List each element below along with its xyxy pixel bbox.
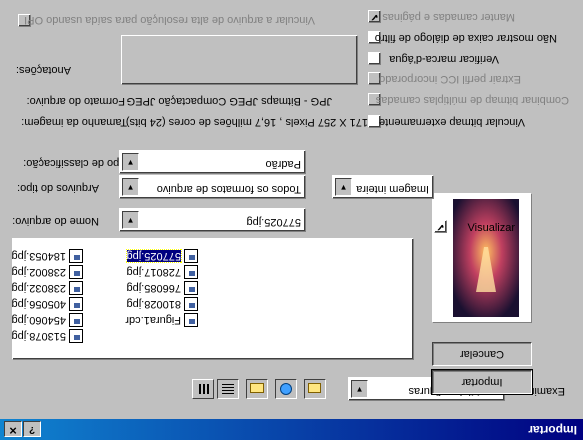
file-list[interactable]: 184053.jpg 238002.jpg 238032.jpg 405056.jpg… [12, 238, 414, 360]
opi-label: Vincular a arquivo de alta resolução par… [24, 14, 315, 26]
file-item[interactable]: 454060.jpg [12, 312, 83, 327]
no-filter-dialog-label: Não mostrar caixa de diálogo de filtro [374, 32, 557, 44]
import-button[interactable]: Importar [431, 369, 533, 395]
cdr-file-icon [184, 312, 198, 327]
check-icon: ✔ [436, 221, 445, 232]
up-folder-icon [308, 383, 321, 393]
image-file-icon [69, 248, 83, 263]
file-format-value: JPG - Bitmaps JPEG Compactação JPEG [126, 95, 332, 107]
file-item[interactable]: 184053.jpg [12, 248, 83, 263]
close-button[interactable]: ✕ [4, 421, 22, 437]
chevron-down-icon[interactable]: ▼ [122, 211, 139, 229]
file-name: 184053.jpg [11, 250, 66, 262]
title-bar [0, 419, 583, 440]
filetype-label: Arquivos do tipo: [17, 182, 99, 194]
combine-layers-label: Combinar bitmap de múltiplas camadas [375, 94, 569, 106]
list-view-button[interactable] [217, 379, 239, 399]
notes-box [121, 35, 358, 85]
keep-layers-label: Manter camadas e páginas [382, 11, 515, 23]
image-mode-value: Imagem inteira [356, 183, 429, 195]
extract-icc-label: Extrair perfil ICC incorporado [379, 73, 521, 85]
chevron-down-icon[interactable]: ▼ [335, 178, 352, 196]
file-item[interactable]: 513078.jpg [12, 328, 83, 343]
file-name: 810028.jpg [126, 298, 181, 310]
chevron-down-icon[interactable]: ▼ [351, 380, 368, 398]
check-icon: ✔ [370, 11, 379, 22]
link-bitmap-label: Vincular bitmap externamente [379, 116, 525, 128]
image-file-icon [69, 312, 83, 327]
up-folder-button[interactable] [304, 379, 326, 399]
image-size-label: Tamanho da imagem: [21, 116, 127, 128]
sort-type-combo[interactable]: Padrão ▼ [119, 150, 306, 174]
file-item[interactable]: 766085.jpg [127, 280, 198, 295]
file-item[interactable]: 405056.jpg [12, 296, 83, 311]
preview-checkbox[interactable]: ✔ [434, 220, 447, 233]
image-file-icon [69, 328, 83, 343]
details-view-button[interactable] [192, 379, 214, 399]
cancel-button[interactable]: Cancelar [432, 342, 532, 366]
preview-image [453, 199, 519, 317]
file-item[interactable]: 238032.jpg [12, 280, 83, 295]
filename-label: Nome do arquivo: [12, 215, 99, 227]
file-name: 728017.jpg [126, 266, 181, 278]
window-title: Importar [528, 423, 577, 437]
sort-type-value: Padrão [265, 158, 301, 170]
image-file-icon [184, 280, 198, 295]
image-file-icon [184, 248, 198, 263]
new-folder-icon [250, 383, 264, 393]
file-name: 766085.jpg [126, 282, 181, 294]
image-file-icon [69, 280, 83, 295]
filetype-value: Todos os formatos de arquivo [156, 183, 301, 195]
help-button[interactable]: ? [23, 421, 41, 437]
file-item[interactable]: 238002.jpg [12, 264, 83, 279]
watermark-checkbox[interactable] [368, 52, 381, 65]
image-file-icon [184, 296, 198, 311]
file-name: 454060.jpg [11, 314, 66, 326]
file-format-label: Formato do arquivo: [26, 95, 125, 107]
watermark-label: Verificar marca-d'água [389, 53, 499, 65]
file-name: 513078.jpg [11, 330, 66, 342]
file-item[interactable]: 577025.jpg [125, 248, 198, 263]
notes-label: Anotações: [15, 64, 71, 76]
filetype-combo[interactable]: Todos os formatos de arquivo ▼ [119, 175, 306, 199]
preview-pane [432, 193, 532, 323]
details-view-icon [197, 384, 209, 394]
file-name: 577025.jpg [125, 249, 183, 263]
file-name: 238032.jpg [11, 282, 66, 294]
image-file-icon [69, 296, 83, 311]
import-dialog: Importar ? ✕ Examinar: Minhas figuras ▼ … [0, 0, 583, 440]
chevron-down-icon[interactable]: ▼ [122, 153, 139, 171]
image-size-value: 171 X 257 Pixels , 16,7 milhões de cores… [125, 116, 368, 128]
internet-button[interactable] [275, 379, 297, 399]
sort-type-label: Tipo de classificação: [23, 157, 128, 169]
file-item[interactable]: 728017.jpg [127, 264, 198, 279]
keep-layers-checkbox[interactable]: ✔ [368, 10, 381, 23]
file-name: 405056.jpg [11, 298, 66, 310]
file-item[interactable]: 810028.jpg [127, 296, 198, 311]
file-name: 238002.jpg [11, 266, 66, 278]
preview-label: Visualizar [467, 222, 516, 234]
file-item[interactable]: Figura1.cdr [125, 312, 198, 327]
globe-icon [280, 383, 292, 395]
image-mode-combo[interactable]: Imagem inteira ▼ [332, 175, 434, 199]
image-file-icon [184, 264, 198, 279]
filename-combo[interactable]: 577025.jpg ▼ [119, 208, 306, 232]
list-view-icon [222, 384, 234, 394]
image-file-icon [69, 264, 83, 279]
filename-value: 577025.jpg [246, 216, 301, 228]
new-folder-button[interactable] [246, 379, 268, 399]
file-name: Figura1.cdr [125, 314, 181, 326]
chevron-down-icon[interactable]: ▼ [122, 178, 139, 196]
